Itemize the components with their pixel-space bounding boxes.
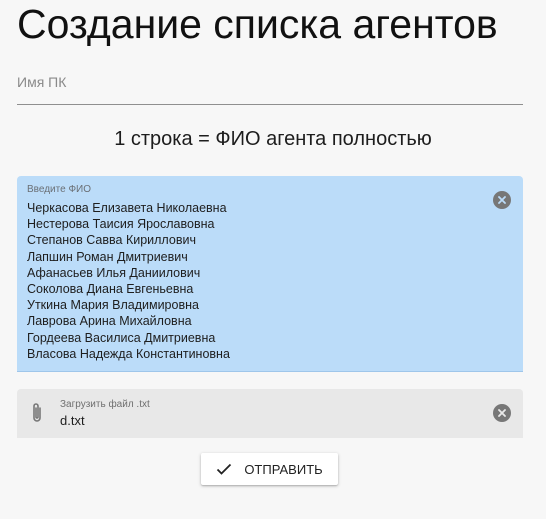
page-title: Создание списка агентов: [17, 1, 498, 47]
paperclip-icon[interactable]: [30, 402, 44, 424]
file-upload-label: Загрузить файл .txt: [60, 399, 150, 410]
clear-file-button[interactable]: [493, 404, 511, 422]
agent-name-line: Соколова Диана Евгеньевна: [27, 282, 194, 297]
agent-name-line: Лапшин Роман Дмитриевич: [27, 249, 188, 264]
agent-name-line: Степанов Савва Кириллович: [27, 233, 196, 248]
instruction-text: 1 строка = ФИО агента полностью: [114, 128, 432, 150]
close-icon: [498, 409, 506, 417]
pc-name-input[interactable]: [17, 70, 523, 94]
agent-name-line: Нестерова Таисия Ярославовна: [27, 217, 215, 232]
submit-button-label: ОТПРАВИТЬ: [244, 461, 323, 477]
agent-name-line: Лаврова Арина Михайловна: [27, 314, 192, 329]
close-icon: [498, 196, 506, 204]
file-upload-value[interactable]: d.txt: [60, 413, 85, 428]
submit-button[interactable]: ОТПРАВИТЬ: [201, 453, 338, 485]
agent-name-line: Гордеева Василиса Дмитриевна: [27, 330, 216, 345]
agent-name-line: Афанасьев Илья Даниилович: [27, 265, 201, 280]
agent-name-line: Черкасова Елизавета Николаевна: [27, 201, 227, 215]
agent-name-line: Уткина Мария Владимировна: [27, 298, 199, 313]
check-icon: [217, 463, 232, 475]
file-upload-field[interactable]: Загрузить файл .txt d.txt: [17, 389, 523, 438]
pc-name-field[interactable]: [17, 66, 523, 105]
clear-names-button[interactable]: [493, 191, 511, 209]
agent-names-list[interactable]: Черкасова Елизавета Николаевна Нестерова …: [27, 200, 230, 362]
agent-name-line: Власова Надежда Константиновна: [27, 346, 230, 361]
agent-names-textarea[interactable]: Введите ФИО Черкасова Елизавета Николаев…: [17, 176, 523, 372]
agent-names-label: Введите ФИО: [27, 184, 92, 195]
